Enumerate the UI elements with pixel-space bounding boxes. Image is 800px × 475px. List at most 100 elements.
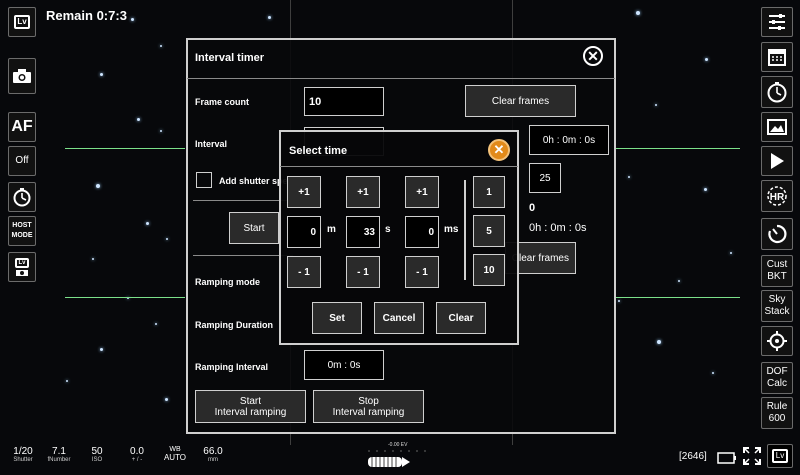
minutes-plus-button[interactable]: +1 <box>287 176 321 208</box>
ms-plus-button[interactable]: +1 <box>405 176 439 208</box>
ramping-interval-field[interactable]: 0m : 0s <box>304 350 384 380</box>
star <box>160 45 162 47</box>
hdr-button[interactable]: HR <box>761 180 793 212</box>
set-button[interactable]: Set <box>312 302 362 334</box>
cancel-button[interactable]: Cancel <box>374 302 424 334</box>
autofocus-button[interactable]: AF <box>8 112 36 142</box>
hdr-icon: HR <box>767 186 787 206</box>
settings-button[interactable] <box>761 7 793 37</box>
ramping-interval-label: Ramping Interval <box>195 362 269 372</box>
ms-minus-button[interactable]: - 1 <box>405 256 439 288</box>
liveview-button[interactable]: Lv <box>8 7 36 37</box>
ev-readout[interactable]: 0.0 + / - <box>122 446 152 463</box>
host-mode-button[interactable]: HOST MODE <box>8 216 36 246</box>
star <box>657 340 661 344</box>
star <box>92 258 94 260</box>
star <box>96 184 100 188</box>
close-icon[interactable]: ✕ <box>583 46 603 66</box>
self-timer-button[interactable] <box>761 218 793 250</box>
clear-button[interactable]: Clear <box>436 302 486 334</box>
star <box>155 323 157 325</box>
calendar-icon <box>768 49 786 66</box>
dialog-title: Interval timer <box>195 52 265 64</box>
sliders-icon <box>769 14 785 30</box>
shutter-readout[interactable]: 1/20 Shutter <box>8 446 38 463</box>
shutter-value: 1/20 <box>13 446 33 457</box>
custom-bracketing-button[interactable]: Cust BKT <box>761 255 793 287</box>
step-10-button[interactable]: 10 <box>473 254 505 286</box>
self-timer-icon <box>768 224 787 244</box>
star <box>704 188 707 191</box>
exposure-scale-icon <box>368 450 428 467</box>
focus-guide-line <box>65 297 185 298</box>
exposure-readout: -0.00 EV <box>388 442 408 448</box>
fnumber-value: 7.1 <box>52 446 66 457</box>
minutes-minus-button[interactable]: - 1 <box>287 256 321 288</box>
total-time: 0h : 0m : 0s <box>529 222 587 234</box>
iso-key: ISO <box>91 457 103 463</box>
divider <box>193 200 293 201</box>
play-button[interactable] <box>761 146 793 176</box>
star <box>636 11 640 15</box>
fnumber-readout[interactable]: 7.1 fNumber <box>44 446 74 463</box>
capture-button[interactable] <box>8 58 36 94</box>
minutes-unit: m <box>327 224 336 235</box>
clear-frames-button[interactable]: Clear frames <box>465 85 576 117</box>
star <box>712 372 714 374</box>
star <box>618 300 620 302</box>
frame-counter: [2646] <box>679 451 707 462</box>
liveview-icon: Lv <box>772 449 788 463</box>
wb-readout[interactable]: WB AUTO <box>160 446 190 462</box>
liveview-small-icon: Lv <box>15 258 29 268</box>
off-button[interactable]: Off <box>8 146 36 176</box>
frame-count-label: Frame count <box>195 97 250 107</box>
dof-calc-button[interactable]: DOF Calc <box>761 362 793 394</box>
interval-value-field[interactable]: 0h : 0m : 0s <box>529 125 609 155</box>
crosshair-icon <box>767 331 787 351</box>
gallery-button[interactable] <box>761 112 793 142</box>
star <box>100 73 103 76</box>
fullscreen-icon[interactable] <box>742 446 762 466</box>
star <box>146 222 149 225</box>
divider <box>280 166 518 167</box>
schedule-button[interactable] <box>761 42 793 72</box>
wb-key: WB <box>169 446 181 453</box>
ms-field[interactable]: 0 <box>405 216 439 248</box>
liveview-capture-button[interactable]: Lv <box>8 252 36 282</box>
start-interval-ramping-button[interactable]: Start Interval ramping <box>195 390 306 423</box>
minutes-field[interactable]: 0 <box>287 216 321 248</box>
ms-unit: ms <box>444 224 459 235</box>
start-button[interactable]: Start <box>229 212 279 244</box>
focus-target-button[interactable] <box>761 326 793 356</box>
interval-timer-button[interactable] <box>761 76 793 108</box>
battery-icon <box>717 452 736 464</box>
interval-label: Interval <box>195 139 228 149</box>
timer-button[interactable] <box>8 182 36 212</box>
sky-stack-button[interactable]: Sky Stack <box>761 290 793 322</box>
liveview-icon: Lv <box>14 15 30 29</box>
step-separator <box>464 180 466 280</box>
stopwatch-icon <box>13 188 31 207</box>
exposure-meter: -0.00 EV <box>368 442 428 472</box>
focus-guide-line <box>615 148 740 149</box>
seconds-unit: s <box>385 224 391 235</box>
iso-readout[interactable]: 50 ISO <box>82 446 112 463</box>
fnumber-key: fNumber <box>47 457 71 463</box>
star <box>678 280 680 282</box>
rule-600-button[interactable]: Rule 600 <box>761 397 793 429</box>
seconds-minus-button[interactable]: - 1 <box>346 256 380 288</box>
frame-count-field[interactable]: 10 <box>304 87 384 116</box>
seconds-plus-button[interactable]: +1 <box>346 176 380 208</box>
close-icon[interactable]: ✕ <box>488 139 510 161</box>
wb-value: AUTO <box>163 453 187 462</box>
seconds-field[interactable]: 33 <box>346 216 380 248</box>
focal-readout[interactable]: 66.0 mm <box>198 446 228 463</box>
liveview-toggle-button[interactable]: Lv <box>767 444 793 468</box>
add-shutter-checkbox[interactable] <box>196 172 212 188</box>
extra-field[interactable]: 25 <box>529 163 561 193</box>
step-5-button[interactable]: 5 <box>473 215 505 247</box>
star <box>166 238 168 240</box>
shutter-key: Shutter <box>13 457 33 463</box>
step-1-button[interactable]: 1 <box>473 176 505 208</box>
stop-interval-ramping-button[interactable]: Stop Interval ramping <box>313 390 424 423</box>
